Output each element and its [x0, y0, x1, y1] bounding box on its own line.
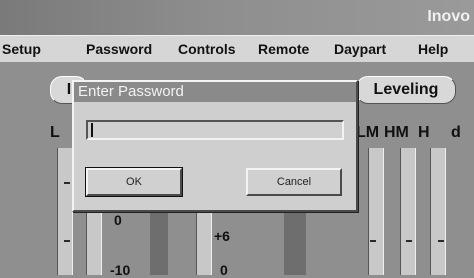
menu-daypart[interactable]: Daypart — [334, 41, 386, 57]
menu-setup[interactable]: Setup — [2, 41, 41, 57]
ok-button[interactable]: OK — [85, 167, 183, 197]
scale-minus10: -10 — [110, 262, 131, 278]
label-h: H — [418, 124, 430, 141]
menu-bar: Setup Password Controls Remote Daypart H… — [0, 35, 474, 63]
menu-help[interactable]: Help — [418, 41, 448, 57]
meter-hm — [400, 148, 416, 275]
meter-h — [430, 148, 446, 275]
title-bar: Inovo — [0, 0, 474, 35]
tab-leveling-label: Leveling — [373, 81, 439, 98]
label-l: L — [50, 124, 60, 141]
menu-remote[interactable]: Remote — [258, 41, 309, 57]
tick — [438, 240, 444, 242]
dialog-title: Enter Password — [74, 82, 356, 102]
meter-bar-dark — [150, 208, 168, 275]
scale-zero: 0 — [114, 212, 122, 228]
label-hm: HM — [384, 124, 409, 141]
app-title: Inovo — [427, 8, 470, 25]
text-caret — [91, 123, 93, 137]
menu-password[interactable]: Password — [86, 41, 152, 57]
scale-plus6: +6 — [214, 228, 230, 244]
cancel-button[interactable]: Cancel — [246, 168, 342, 196]
tab-left-label: I — [66, 81, 72, 98]
tab-leveling[interactable]: Leveling — [356, 76, 456, 104]
meter-mid — [196, 208, 212, 275]
tick — [406, 240, 412, 242]
meter-bar-dark-2 — [284, 208, 306, 275]
password-dialog: Enter Password OK Cancel — [72, 80, 358, 212]
password-input[interactable] — [86, 120, 344, 140]
tick — [370, 240, 376, 242]
meter-lm — [368, 148, 384, 275]
label-d: d — [451, 124, 461, 141]
tick — [64, 240, 70, 242]
meter-l — [57, 148, 73, 275]
label-lm: LM — [356, 124, 380, 141]
menu-controls[interactable]: Controls — [178, 41, 236, 57]
tick — [64, 182, 70, 184]
scale-zero-b: 0 — [220, 262, 228, 278]
